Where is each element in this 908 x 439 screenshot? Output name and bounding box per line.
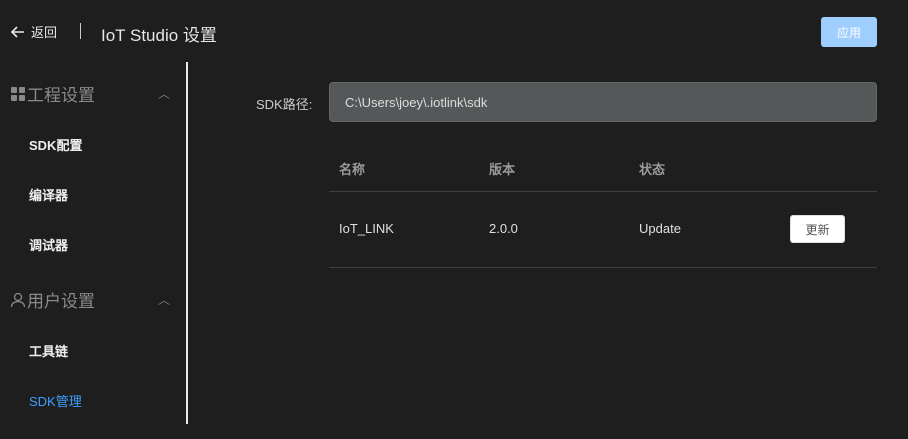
apply-button[interactable]: 应用 — [821, 17, 877, 47]
sidebar-group-project[interactable]: 工程设置 ︿ — [10, 81, 170, 106]
sidebar-item-sdk-manage[interactable]: SDK管理 — [29, 391, 82, 410]
column-header-status: 状态 — [639, 162, 666, 177]
divider — [80, 23, 81, 39]
arrow-left-icon — [10, 25, 24, 38]
sdk-path-input[interactable] — [329, 82, 877, 122]
sidebar-item-toolchain[interactable]: 工具链 — [29, 341, 68, 360]
back-label: 返回 — [31, 25, 58, 40]
table-divider — [329, 267, 877, 268]
sidebar-group-user[interactable]: 用户设置 ︿ — [10, 287, 170, 312]
group-label: 用户设置 — [27, 292, 95, 311]
header: 返回 IoT Studio 设置 应用 — [0, 0, 908, 62]
sidebar-item-debugger[interactable]: 调试器 — [29, 235, 68, 254]
sdk-path-label: SDK路径: — [256, 97, 313, 112]
table-divider — [329, 191, 877, 192]
user-icon — [10, 292, 26, 307]
update-button[interactable]: 更新 — [790, 215, 845, 243]
chevron-up-icon[interactable]: ︿ — [158, 85, 170, 102]
sidebar-item-sdk-config[interactable]: SDK配置 — [29, 135, 82, 154]
cell-version: 2.0.0 — [489, 221, 518, 236]
sidebar: 工程设置 ︿ SDK配置 编译器 调试器 用户设置 ︿ 工具链 SDK管理 — [0, 62, 188, 424]
page-title: IoT Studio 设置 — [101, 26, 217, 45]
grid-icon — [11, 86, 25, 101]
column-header-version: 版本 — [489, 162, 516, 177]
sidebar-item-compiler[interactable]: 编译器 — [29, 185, 68, 204]
column-header-name: 名称 — [339, 162, 366, 177]
group-label: 工程设置 — [27, 86, 95, 105]
chevron-up-icon[interactable]: ︿ — [158, 291, 170, 308]
cell-name: IoT_LINK — [339, 221, 394, 236]
back-button[interactable]: 返回 — [10, 22, 57, 41]
cell-status: Update — [639, 221, 681, 236]
